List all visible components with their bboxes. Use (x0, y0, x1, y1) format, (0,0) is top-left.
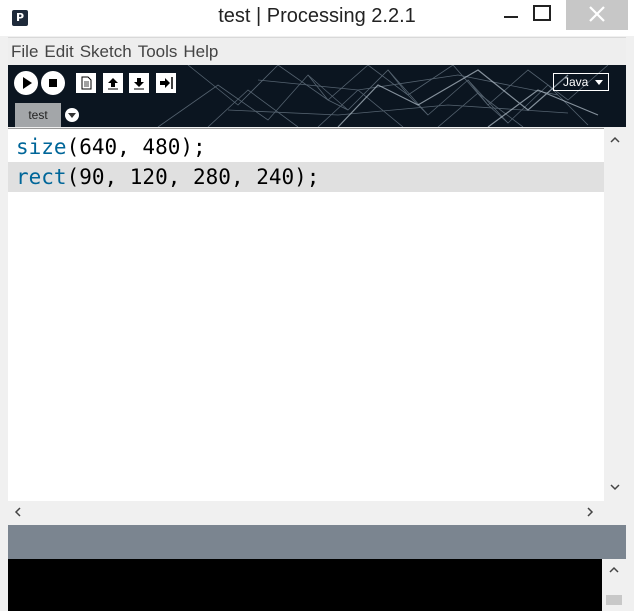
scroll-thumb[interactable] (606, 595, 622, 605)
code-line-current[interactable]: rect(90, 120, 280, 240); (8, 162, 604, 192)
open-button[interactable] (103, 73, 123, 93)
arrow-down-icon (134, 78, 144, 90)
menu-edit[interactable]: Edit (41, 38, 76, 62)
menu-tools[interactable]: Tools (135, 38, 181, 62)
close-button[interactable] (566, 0, 628, 30)
code-keyword: size (16, 135, 67, 159)
toolbar-background-pattern (157, 65, 609, 127)
toolbar: Java test (8, 65, 626, 127)
chevron-down-icon[interactable] (610, 483, 620, 491)
editor-vertical-scrollbar[interactable] (604, 128, 626, 501)
save-button[interactable] (129, 73, 149, 93)
arrow-up-icon (108, 78, 118, 90)
editor-horizontal-scrollbar[interactable] (8, 501, 604, 523)
message-area (8, 525, 626, 559)
chevron-right-icon[interactable] (586, 507, 594, 517)
menu-file[interactable]: File (8, 38, 41, 62)
mode-selector[interactable]: Java (553, 73, 609, 91)
code-text: (640, 480); (66, 135, 206, 159)
console-output[interactable] (8, 559, 602, 611)
chevron-up-icon[interactable] (609, 566, 619, 574)
new-sketch-button[interactable] (76, 73, 96, 93)
code-line[interactable]: size(640, 480); (8, 132, 604, 162)
chevron-up-icon[interactable] (610, 136, 620, 144)
run-button[interactable] (14, 71, 38, 95)
scrollbar-corner (604, 501, 626, 523)
chevron-down-icon (595, 80, 603, 85)
menu-sketch[interactable]: Sketch (77, 38, 135, 62)
export-arrow-icon (160, 77, 173, 89)
window-frame-left (0, 36, 8, 611)
chevron-left-icon[interactable] (14, 507, 22, 517)
code-keyword: rect (16, 165, 67, 189)
tab-test[interactable]: test (15, 103, 61, 127)
code-editor[interactable]: size(640, 480); rect(90, 120, 280, 240); (8, 128, 604, 502)
console-scrollbar[interactable] (602, 559, 626, 611)
mode-label: Java (563, 75, 589, 89)
stop-button[interactable] (41, 71, 65, 95)
menu-help[interactable]: Help (180, 38, 221, 62)
tab-menu-button[interactable] (65, 108, 79, 122)
menu-bar: File Edit Sketch Tools Help (8, 37, 626, 65)
window-frame-right (626, 36, 634, 611)
close-icon (589, 6, 605, 22)
title-bar: P test | Processing 2.2.1 (0, 0, 634, 36)
new-file-icon (81, 76, 92, 90)
export-button[interactable] (156, 73, 176, 93)
code-text: (90, 120, 280, 240); (66, 165, 320, 189)
